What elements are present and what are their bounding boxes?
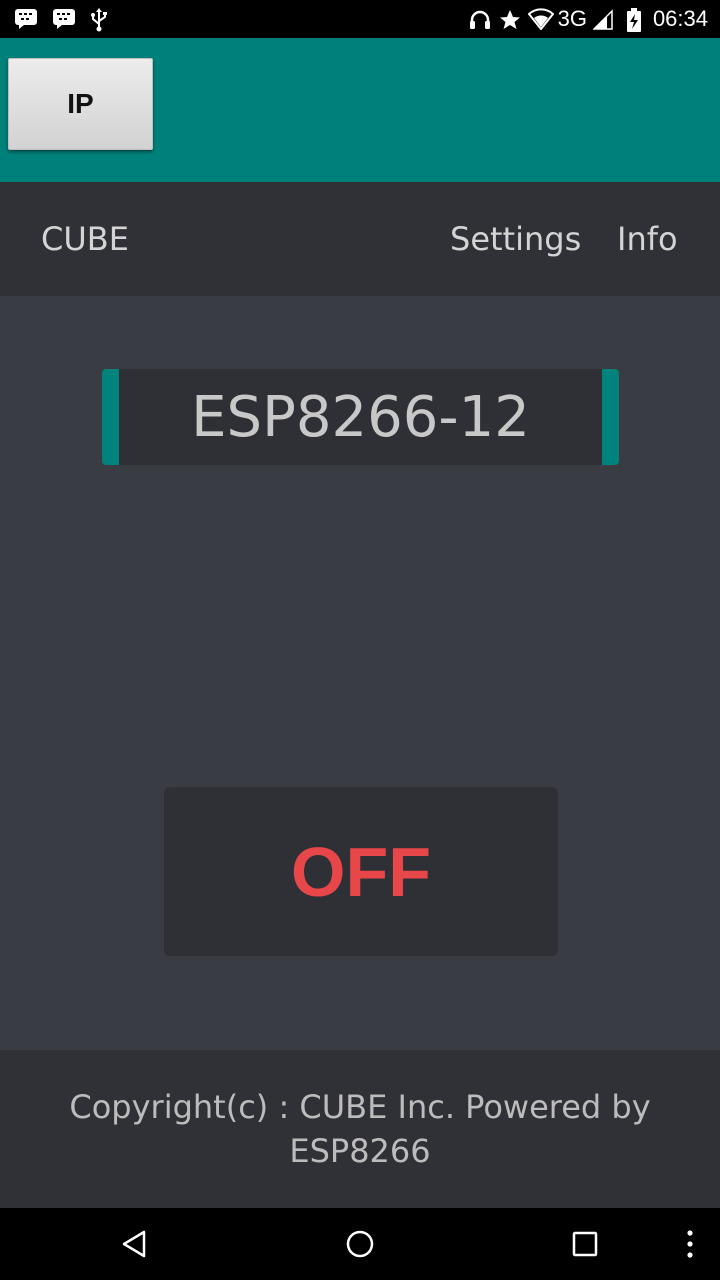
wifi-icon: [527, 8, 554, 30]
footer: Copyright(c) : CUBE Inc. Powered by ESP8…: [0, 1050, 720, 1208]
device-name: ESP8266-12: [102, 369, 619, 465]
status-bar-notifications: [14, 0, 108, 38]
nav-info[interactable]: Info: [617, 182, 678, 296]
copyright-text: Copyright(c) : CUBE Inc. Powered by ESP8…: [69, 1088, 651, 1170]
power-toggle-button[interactable]: OFF: [164, 787, 558, 956]
recent-apps-icon[interactable]: [555, 1208, 615, 1280]
clock: 06:34: [652, 6, 708, 31]
system-nav-bar: [0, 1208, 720, 1280]
nav-bar: CUBE Settings Info: [0, 182, 720, 296]
signal-icon: [592, 8, 613, 30]
home-icon[interactable]: [330, 1208, 390, 1280]
bbm-icon: [14, 8, 38, 30]
star-icon: [498, 8, 522, 30]
nav-settings[interactable]: Settings: [450, 182, 581, 296]
status-bar-system: 3G 06:34: [468, 0, 708, 38]
bbm-icon: [52, 8, 76, 30]
network-type: 3G: [557, 6, 587, 31]
nav-brand[interactable]: CUBE: [41, 182, 129, 296]
status-bar: 3G 06:34: [0, 0, 720, 38]
overflow-menu-icon[interactable]: [670, 1208, 710, 1280]
usb-icon: [90, 8, 108, 32]
back-icon[interactable]: [105, 1208, 165, 1280]
app-header: IP: [0, 38, 720, 182]
headset-icon: [468, 8, 492, 30]
ip-button[interactable]: IP: [8, 58, 153, 150]
battery-charging-icon: [626, 8, 641, 32]
